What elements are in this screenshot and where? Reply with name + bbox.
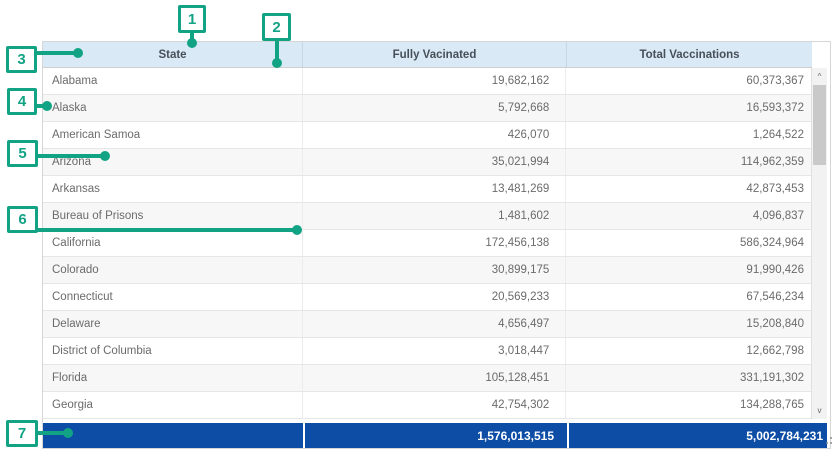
state-cell: Bureau of Prisons — [43, 203, 303, 229]
marker-dot — [292, 225, 302, 235]
table-row[interactable]: California 172,456,138 586,324,964 — [43, 230, 811, 257]
marker-dot — [42, 101, 52, 111]
fully-vaccinated-cell: 105,128,451 — [303, 365, 567, 391]
marker-label: 6 — [7, 206, 38, 233]
state-cell: Alabama — [43, 68, 303, 94]
total-vaccinations-cell: 331,191,302 — [566, 365, 811, 391]
table-row[interactable]: District of Columbia 3,018,447 12,662,79… — [43, 338, 811, 365]
marker-label: 3 — [6, 46, 37, 73]
marker-stem — [36, 51, 76, 55]
fully-vaccinated-cell: 35,021,994 — [303, 149, 567, 175]
table-body: Alabama 19,682,162 60,373,367 Alaska 5,7… — [43, 68, 812, 419]
column-header-total-vaccinations: Total Vaccinations — [567, 42, 812, 67]
scroll-down-icon[interactable]: v — [812, 404, 827, 417]
table-header-row: State Fully Vacinated Total Vaccinations — [43, 42, 812, 68]
fully-vaccinated-cell: 30,899,175 — [303, 257, 567, 283]
total-vaccinations-cell: 586,324,964 — [566, 230, 811, 256]
fully-vaccinated-cell: 1,481,602 — [303, 203, 567, 229]
screenshot-stage: State Fully Vacinated Total Vaccinations… — [0, 0, 833, 453]
total-vaccinations-cell: 114,962,359 — [566, 149, 811, 175]
fully-vaccinated-cell: 20,569,233 — [303, 284, 567, 310]
total-vaccinations-cell: 60,373,367 — [566, 68, 811, 94]
marker-stem — [37, 228, 294, 232]
fully-vaccinated-cell: 4,656,497 — [303, 311, 567, 337]
fully-vaccinated-cell: 19,682,162 — [303, 68, 567, 94]
marker-label: 4 — [7, 88, 37, 115]
table-row[interactable]: Alabama 19,682,162 60,373,367 — [43, 68, 811, 95]
table-row[interactable]: Florida 105,128,451 331,191,302 — [43, 365, 811, 392]
totals-total-vaccinations: 5,002,784,231 — [569, 423, 827, 448]
total-vaccinations-cell: 91,990,426 — [566, 257, 811, 283]
total-vaccinations-cell: 67,546,234 — [566, 284, 811, 310]
table-row[interactable]: American Samoa 426,070 1,264,522 — [43, 122, 811, 149]
state-cell: Colorado — [43, 257, 303, 283]
totals-row: 1,576,013,515 5,002,784,231 — [43, 423, 827, 448]
column-header-fully-vaccinated: Fully Vacinated — [303, 42, 567, 67]
scroll-up-icon[interactable]: ^ — [812, 70, 827, 83]
fully-vaccinated-cell: 172,456,138 — [303, 230, 567, 256]
state-cell: Connecticut — [43, 284, 303, 310]
state-cell: Arizona — [43, 149, 303, 175]
table-row[interactable]: Georgia 42,754,302 134,288,765 — [43, 392, 811, 419]
marker-label: 5 — [7, 140, 38, 167]
fully-vaccinated-cell: 426,070 — [303, 122, 567, 148]
table-row[interactable]: Delaware 4,656,497 15,208,840 — [43, 311, 811, 338]
state-cell: American Samoa — [43, 122, 303, 148]
marker-label: 7 — [6, 420, 38, 447]
marker-stem — [37, 431, 65, 435]
marker-stem — [275, 40, 279, 60]
state-cell: District of Columbia — [43, 338, 303, 364]
state-cell: California — [43, 230, 303, 256]
state-cell: Georgia — [43, 392, 303, 418]
table-row[interactable]: Bureau of Prisons 1,481,602 4,096,837 — [43, 203, 811, 230]
total-vaccinations-cell: 42,873,453 — [566, 176, 811, 202]
total-vaccinations-cell: 12,662,798 — [566, 338, 811, 364]
state-cell: Alaska — [43, 95, 303, 121]
fully-vaccinated-cell: 42,754,302 — [303, 392, 567, 418]
vaccination-table-panel: State Fully Vacinated Total Vaccinations… — [42, 41, 831, 449]
totals-fully-vaccinated: 1,576,013,515 — [305, 423, 567, 448]
fully-vaccinated-cell: 5,792,668 — [303, 95, 567, 121]
total-vaccinations-cell: 15,208,840 — [566, 311, 811, 337]
state-cell: Delaware — [43, 311, 303, 337]
fully-vaccinated-cell: 3,018,447 — [303, 338, 567, 364]
table-row[interactable]: Colorado 30,899,175 91,990,426 — [43, 257, 811, 284]
vertical-scrollbar[interactable]: ^ v — [812, 68, 827, 419]
fully-vaccinated-cell: 13,481,269 — [303, 176, 567, 202]
table-row[interactable]: Arizona 35,021,994 114,962,359 — [43, 149, 811, 176]
marker-stem — [37, 154, 102, 158]
table-row[interactable]: Connecticut 20,569,233 67,546,234 — [43, 284, 811, 311]
marker-dot — [187, 38, 197, 48]
marker-dot — [63, 428, 73, 438]
marker-dot — [272, 58, 282, 68]
totals-state-cell — [43, 423, 303, 448]
scrollbar-thumb[interactable] — [813, 85, 826, 165]
total-vaccinations-cell: 1,264,522 — [566, 122, 811, 148]
marker-label: 1 — [178, 5, 206, 33]
state-cell: Florida — [43, 365, 303, 391]
marker-dot — [73, 48, 83, 58]
table-row[interactable]: Alaska 5,792,668 16,593,372 — [43, 95, 811, 122]
total-vaccinations-cell: 134,288,765 — [566, 392, 811, 418]
total-vaccinations-cell: 4,096,837 — [566, 203, 811, 229]
marker-dot — [100, 151, 110, 161]
resize-grip-icon[interactable] — [825, 437, 832, 444]
state-cell: Arkansas — [43, 176, 303, 202]
marker-label: 2 — [262, 13, 291, 41]
total-vaccinations-cell: 16,593,372 — [566, 95, 811, 121]
table-row[interactable]: Arkansas 13,481,269 42,873,453 — [43, 176, 811, 203]
